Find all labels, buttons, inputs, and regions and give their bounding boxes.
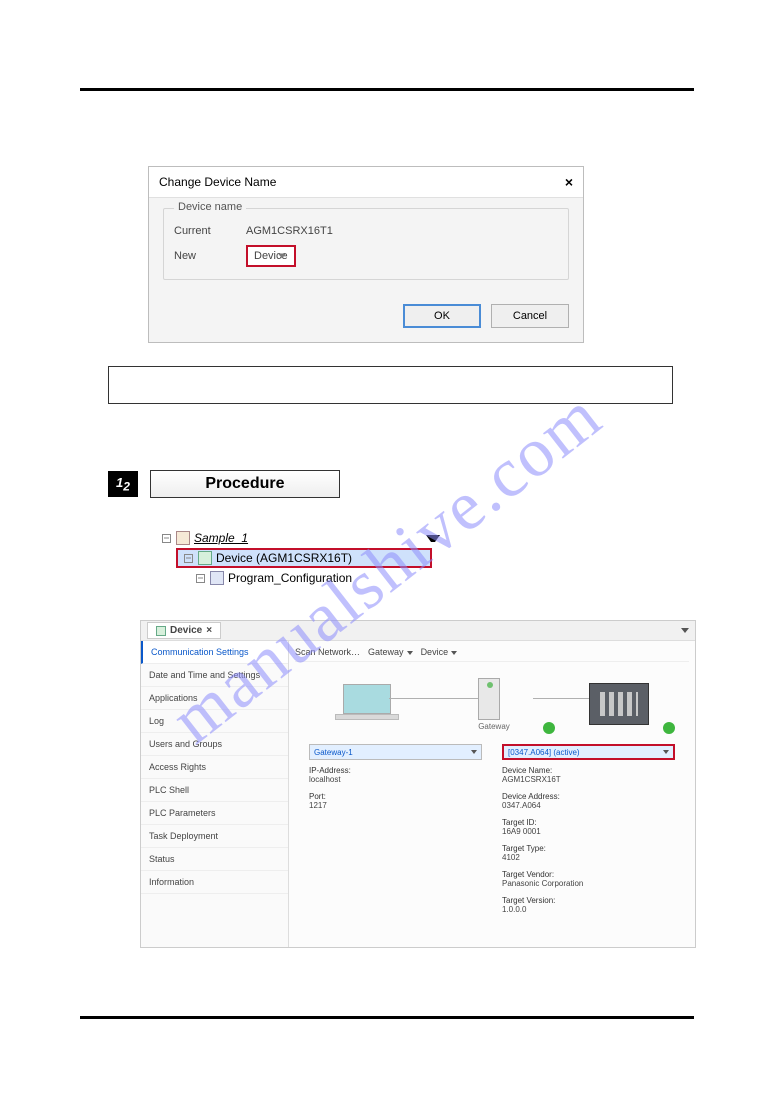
collapse-icon[interactable] — [196, 574, 205, 583]
dialog-title-text: Change Device Name — [159, 175, 276, 189]
cancel-button[interactable]: Cancel — [491, 304, 569, 328]
laptop-icon — [335, 684, 399, 724]
device-label: Device (AGM1CSRX16T) — [216, 551, 352, 565]
chevron-down-icon — [471, 750, 477, 754]
current-value: AGM1CSRX16T1 — [246, 225, 558, 237]
device-icon — [156, 626, 166, 636]
chevron-down-icon[interactable] — [426, 535, 440, 542]
target-id-kv: Target ID: 16A9 0001 — [502, 818, 675, 836]
root-label: Sample_1 — [194, 531, 248, 545]
sidebar-item-plc-shell[interactable]: PLC Shell — [141, 779, 288, 802]
tab-device[interactable]: Device × — [147, 622, 221, 639]
device-name-selected: Device — [254, 250, 288, 262]
sidebar-item-applications[interactable]: Applications — [141, 687, 288, 710]
device-name-kv: Device Name: AGM1CSRX16T — [502, 766, 675, 784]
ok-button[interactable]: OK — [403, 304, 481, 328]
close-icon[interactable]: × — [565, 174, 573, 190]
procedure-number: 12 — [108, 471, 138, 497]
close-tab-icon[interactable]: × — [206, 625, 212, 636]
sidebar-item-communication-settings[interactable]: Communication Settings — [141, 641, 288, 664]
sidebar-item-log[interactable]: Log — [141, 710, 288, 733]
sidebar-item-users-groups[interactable]: Users and Groups — [141, 733, 288, 756]
plc-device-icon — [589, 683, 649, 725]
tree-device-node[interactable]: Device (AGM1CSRX16T) — [176, 548, 432, 568]
tree-program-node[interactable]: Program_Configuration — [194, 568, 440, 588]
target-vendor-kv: Target Vendor: Panasonic Corporation — [502, 870, 675, 888]
project-icon — [176, 531, 190, 545]
sidebar-item-status[interactable]: Status — [141, 848, 288, 871]
status-dot-icon — [543, 722, 555, 734]
collapse-icon[interactable] — [184, 554, 193, 563]
empty-note-box — [108, 366, 673, 404]
gateway-port: Port: 1217 — [309, 792, 482, 810]
device-address-kv: Device Address: 0347.A064 — [502, 792, 675, 810]
device-icon — [198, 551, 212, 565]
sidebar-item-task-deployment[interactable]: Task Deployment — [141, 825, 288, 848]
device-side-nav: Communication Settings Date and Time and… — [141, 641, 289, 947]
sidebar-item-information[interactable]: Information — [141, 871, 288, 894]
status-dot-icon — [663, 722, 675, 734]
change-device-name-dialog: Change Device Name × Device name Current… — [148, 166, 584, 343]
chevron-down-icon — [663, 750, 669, 754]
collapse-icon[interactable] — [162, 534, 171, 543]
bottom-rule — [80, 1016, 694, 1019]
top-rule — [80, 88, 694, 91]
device-menu[interactable]: Device — [421, 647, 458, 657]
tab-label: Device — [170, 625, 202, 636]
connection-diagram: Gateway — [295, 668, 689, 740]
device-select[interactable]: [0347.A064] (active) — [502, 744, 675, 760]
current-label: Current — [174, 225, 246, 237]
sidebar-item-date-time[interactable]: Date and Time and Settings — [141, 664, 288, 687]
program-label: Program_Configuration — [228, 571, 352, 585]
sidebar-item-access-rights[interactable]: Access Rights — [141, 756, 288, 779]
gateway-select[interactable]: Gateway-1 — [309, 744, 482, 760]
project-tree: Sample_1 Device (AGM1CSRX16T) Program_Co… — [160, 528, 440, 588]
gateway-menu[interactable]: Gateway — [368, 647, 413, 657]
sidebar-item-plc-parameters[interactable]: PLC Parameters — [141, 802, 288, 825]
wire-left — [389, 698, 485, 699]
device-editor-panel: Device × Communication Settings Date and… — [140, 620, 696, 948]
group-legend: Device name — [174, 201, 246, 213]
target-type-kv: Target Type: 4102 — [502, 844, 675, 862]
program-icon — [210, 571, 224, 585]
gateway-icon: Gateway — [478, 678, 510, 731]
device-name-dropdown[interactable]: Device — [246, 245, 296, 267]
procedure-title: Procedure — [150, 470, 340, 498]
gateway-ip: IP-Address: localhost — [309, 766, 482, 784]
new-label: New — [174, 250, 246, 262]
tabbar-chevron-icon[interactable] — [681, 628, 689, 633]
tree-root[interactable]: Sample_1 — [160, 528, 440, 548]
target-version-kv: Target Version: 1.0.0.0 — [502, 896, 675, 914]
scan-network-button[interactable]: Scan Network… — [295, 647, 360, 657]
